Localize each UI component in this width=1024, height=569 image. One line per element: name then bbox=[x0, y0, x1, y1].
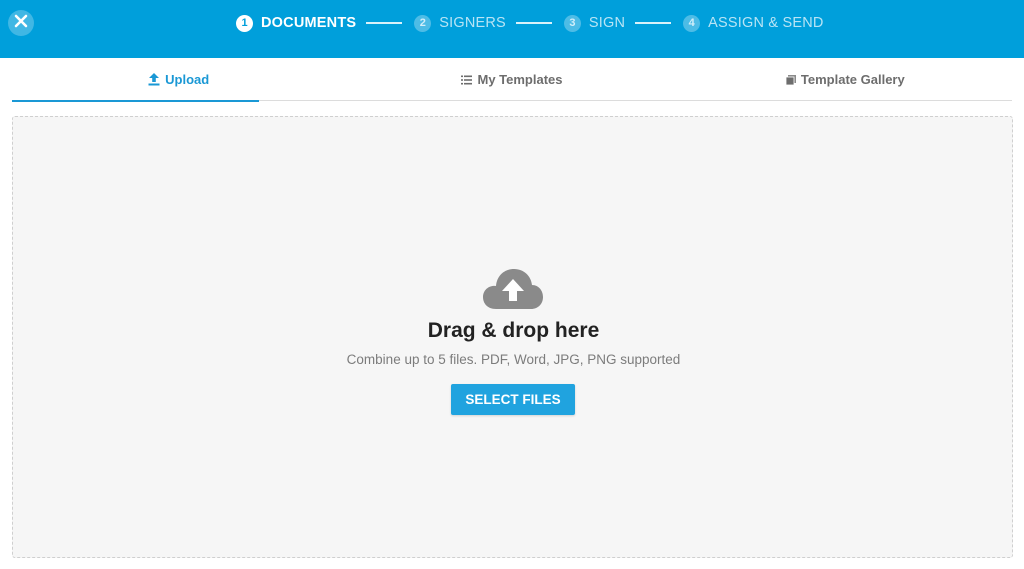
close-button[interactable] bbox=[8, 10, 34, 36]
tab-my-templates[interactable]: My Templates bbox=[345, 58, 678, 101]
list-icon bbox=[461, 75, 473, 85]
step-sign[interactable]: 3 SIGN bbox=[563, 14, 626, 32]
step-number: 3 bbox=[563, 14, 581, 32]
tab-label: My Templates bbox=[477, 72, 563, 87]
wizard-header: 1 DOCUMENTS 2 SIGNERS 3 SIGN 4 ASSIGN & … bbox=[0, 0, 1024, 58]
step-number: 1 bbox=[236, 14, 253, 32]
tab-upload[interactable]: Upload bbox=[12, 58, 345, 102]
tab-label: Upload bbox=[165, 72, 210, 87]
close-icon bbox=[14, 14, 28, 33]
step-number: 2 bbox=[414, 14, 432, 32]
source-tabs: Upload My Templates Template Gallery bbox=[12, 58, 1012, 102]
tab-label: Template Gallery bbox=[800, 72, 905, 87]
step-signers[interactable]: 2 SIGNERS bbox=[414, 14, 506, 32]
step-connector bbox=[635, 22, 672, 24]
file-dropzone[interactable]: Drag & drop here Combine up to 5 files. … bbox=[12, 116, 1013, 558]
step-number: 4 bbox=[683, 14, 701, 32]
step-label: SIGN bbox=[588, 15, 626, 31]
step-assign-send[interactable]: 4 ASSIGN & SEND bbox=[683, 14, 824, 32]
tab-template-gallery[interactable]: Template Gallery bbox=[679, 58, 1012, 101]
step-documents[interactable]: 1 DOCUMENTS bbox=[236, 14, 357, 32]
select-files-button[interactable]: SELECT FILES bbox=[451, 384, 575, 415]
dropzone-title: Drag & drop here bbox=[427, 319, 600, 342]
dropzone-subtitle: Combine up to 5 files. PDF, Word, JPG, P… bbox=[346, 352, 681, 367]
step-label: ASSIGN & SEND bbox=[708, 15, 824, 31]
wizard-steps: 1 DOCUMENTS 2 SIGNERS 3 SIGN 4 ASSIGN & … bbox=[236, 0, 824, 46]
upload-icon bbox=[148, 73, 160, 86]
step-connector bbox=[366, 22, 403, 24]
step-label: SIGNERS bbox=[439, 15, 506, 31]
step-connector bbox=[515, 22, 552, 24]
cloud-upload-icon bbox=[482, 267, 544, 311]
step-label: DOCUMENTS bbox=[261, 15, 357, 31]
gallery-icon bbox=[785, 74, 796, 85]
